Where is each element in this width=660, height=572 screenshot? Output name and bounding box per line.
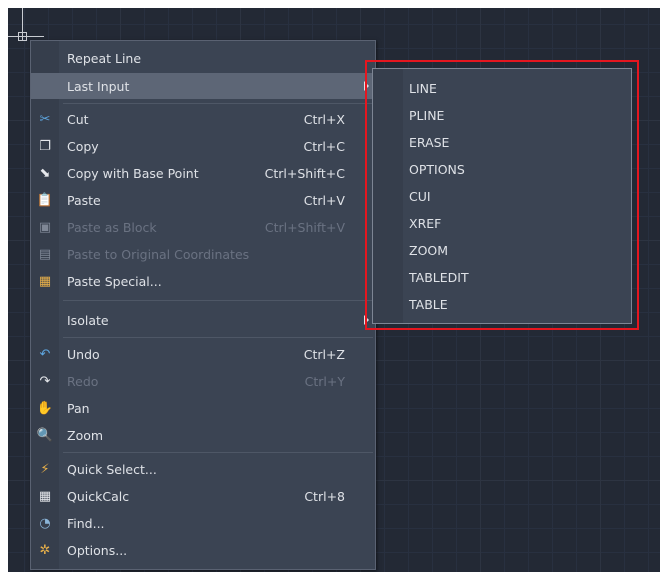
menu-item-label: Paste as Block <box>67 220 157 235</box>
menu-item-shortcut: Ctrl+Z <box>303 347 345 362</box>
menu-item-label: Isolate <box>67 313 109 328</box>
menu-item-pan[interactable]: ✋ Pan <box>31 395 375 421</box>
menu-item-shortcut: Ctrl+Shift+V <box>264 220 345 235</box>
menu-item-paste-as-block[interactable]: ▣ Paste as Block Ctrl+Shift+V <box>31 214 375 240</box>
menu-item-redo[interactable]: ↷ Redo Ctrl+Y <box>31 368 375 394</box>
menu-item-label: Zoom <box>67 428 104 443</box>
menu-item-find[interactable]: ◔ Find... <box>31 510 375 536</box>
quick-select-icon: ⚡ <box>40 461 50 477</box>
context-menu: Repeat Line Last Input ✂ Cut Ctrl+X ❐ Co… <box>30 40 376 570</box>
menu-item-isolate[interactable]: Isolate <box>31 307 375 333</box>
menu-item-label: Options... <box>67 543 128 558</box>
menu-separator <box>63 300 373 301</box>
menu-item-label: Copy <box>67 139 99 154</box>
menu-item-label: Paste <box>67 193 101 208</box>
highlight-annotation-box <box>365 60 639 330</box>
menu-separator <box>63 103 373 104</box>
menu-separator <box>63 337 373 338</box>
scissors-icon: ✂ <box>39 111 51 127</box>
menu-item-label: Quick Select... <box>67 462 157 477</box>
menu-item-label: Copy with Base Point <box>67 166 199 181</box>
menu-item-shortcut: Ctrl+C <box>303 139 345 154</box>
paste-original-icon: ▤ <box>38 246 52 262</box>
find-icon: ◔ <box>39 515 51 531</box>
calculator-icon: ▦ <box>38 488 52 504</box>
menu-item-label: Find... <box>67 516 105 531</box>
menu-item-label: Paste to Original Coordinates <box>67 247 250 262</box>
menu-item-repeat-line[interactable]: Repeat Line <box>31 45 375 71</box>
menu-item-label: Cut <box>67 112 89 127</box>
copy-icon: ❐ <box>39 138 51 154</box>
menu-item-quick-select[interactable]: ⚡ Quick Select... <box>31 456 375 482</box>
menu-item-shortcut: Ctrl+Shift+C <box>264 166 345 181</box>
menu-item-undo[interactable]: ↶ Undo Ctrl+Z <box>31 341 375 367</box>
menu-item-zoom[interactable]: 🔍 Zoom <box>31 422 375 448</box>
menu-item-label: Last Input <box>67 79 130 94</box>
paste-special-icon: ▦ <box>38 273 52 289</box>
menu-item-quickcalc[interactable]: ▦ QuickCalc Ctrl+8 <box>31 483 375 509</box>
menu-item-options[interactable]: ✲ Options... <box>31 537 375 563</box>
menu-item-label: Paste Special... <box>67 274 162 289</box>
cursor-pickbox <box>18 32 27 41</box>
menu-item-last-input[interactable]: Last Input <box>31 73 375 99</box>
menu-item-copy[interactable]: ❐ Copy Ctrl+C <box>31 133 375 159</box>
paste-icon: 📋 <box>36 192 54 208</box>
options-gear-icon: ✲ <box>39 542 51 558</box>
menu-item-copy-with-base-point[interactable]: ⬊ Copy with Base Point Ctrl+Shift+C <box>31 160 375 186</box>
redo-icon: ↷ <box>39 373 51 389</box>
menu-item-paste-to-original-coordinates[interactable]: ▤ Paste to Original Coordinates <box>31 241 375 267</box>
menu-item-shortcut: Ctrl+X <box>303 112 345 127</box>
menu-separator <box>63 452 373 453</box>
undo-icon: ↶ <box>39 346 51 362</box>
menu-item-label: Redo <box>67 374 99 389</box>
menu-item-paste[interactable]: 📋 Paste Ctrl+V <box>31 187 375 213</box>
menu-item-label: QuickCalc <box>67 489 130 504</box>
menu-item-shortcut: Ctrl+Y <box>304 374 345 389</box>
menu-item-label: Repeat Line <box>67 51 142 66</box>
menu-item-label: Undo <box>67 347 100 362</box>
copy-base-point-icon: ⬊ <box>39 165 51 181</box>
paste-block-icon: ▣ <box>38 219 52 235</box>
zoom-icon: 🔍 <box>36 427 54 443</box>
menu-item-paste-special[interactable]: ▦ Paste Special... <box>31 268 375 294</box>
menu-item-shortcut: Ctrl+V <box>303 193 345 208</box>
menu-item-label: Pan <box>67 401 90 416</box>
menu-item-shortcut: Ctrl+8 <box>304 489 345 504</box>
pan-hand-icon: ✋ <box>36 400 54 416</box>
menu-item-cut[interactable]: ✂ Cut Ctrl+X <box>31 106 375 132</box>
